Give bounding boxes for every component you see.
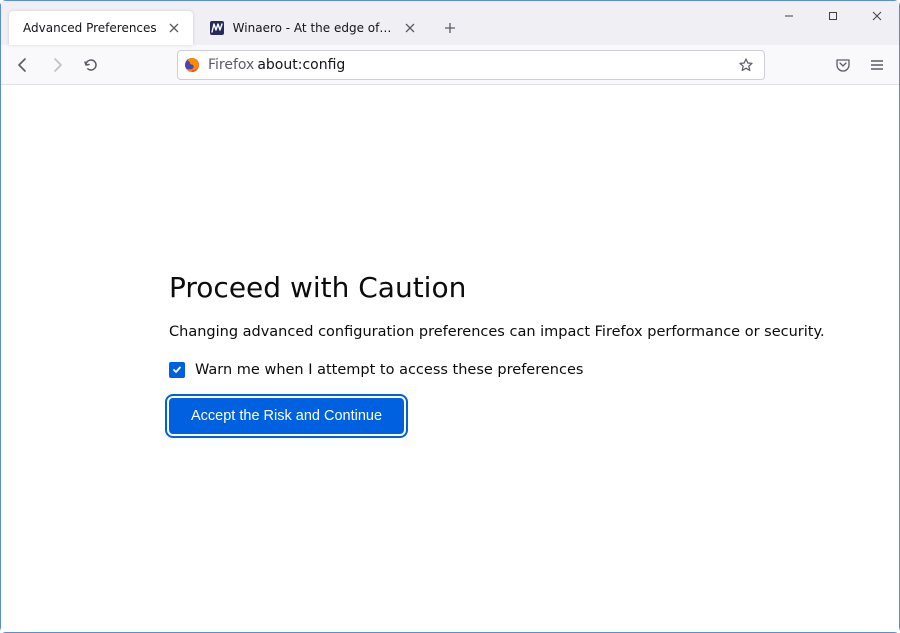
tab-label: Winaero - At the edge of tweak [233,21,393,35]
close-window-button[interactable] [855,1,899,31]
minimize-button[interactable] [767,1,811,31]
close-tab-icon[interactable] [401,19,419,37]
caution-warning-text: Changing advanced configuration preferen… [169,324,899,340]
tab-winaero[interactable]: Winaero - At the edge of tweak [195,11,429,45]
tab-strip: Advanced Preferences Winaero - At the ed… [1,1,465,45]
warn-checkbox-label: Warn me when I attempt to access these p… [195,362,583,378]
checkbox-icon[interactable] [169,362,185,378]
maximize-button[interactable] [811,1,855,31]
nav-toolbar: Firefox about:config [1,45,899,85]
forward-button[interactable] [41,49,73,81]
window-controls [767,1,899,39]
bookmark-star-icon[interactable] [734,57,758,73]
toolbar-right [827,49,893,81]
page-content: Proceed with Caution Changing advanced c… [1,85,899,632]
reload-button[interactable] [75,49,107,81]
back-button[interactable] [7,49,39,81]
close-tab-icon[interactable] [165,19,183,37]
tab-favicon-icon [209,20,225,36]
tab-advanced-preferences[interactable]: Advanced Preferences [9,11,193,45]
url-text: about:config [257,57,734,73]
tab-label: Advanced Preferences [23,21,157,35]
address-bar[interactable]: Firefox about:config [177,50,765,80]
firefox-icon [184,57,200,73]
url-scheme-label: Firefox [208,57,254,73]
save-to-pocket-icon[interactable] [827,49,859,81]
app-menu-button[interactable] [861,49,893,81]
caution-heading: Proceed with Caution [169,271,899,304]
accept-risk-button[interactable]: Accept the Risk and Continue [169,398,404,434]
warn-checkbox-row[interactable]: Warn me when I attempt to access these p… [169,362,899,378]
new-tab-button[interactable] [435,13,465,43]
titlebar: Advanced Preferences Winaero - At the ed… [1,1,899,45]
